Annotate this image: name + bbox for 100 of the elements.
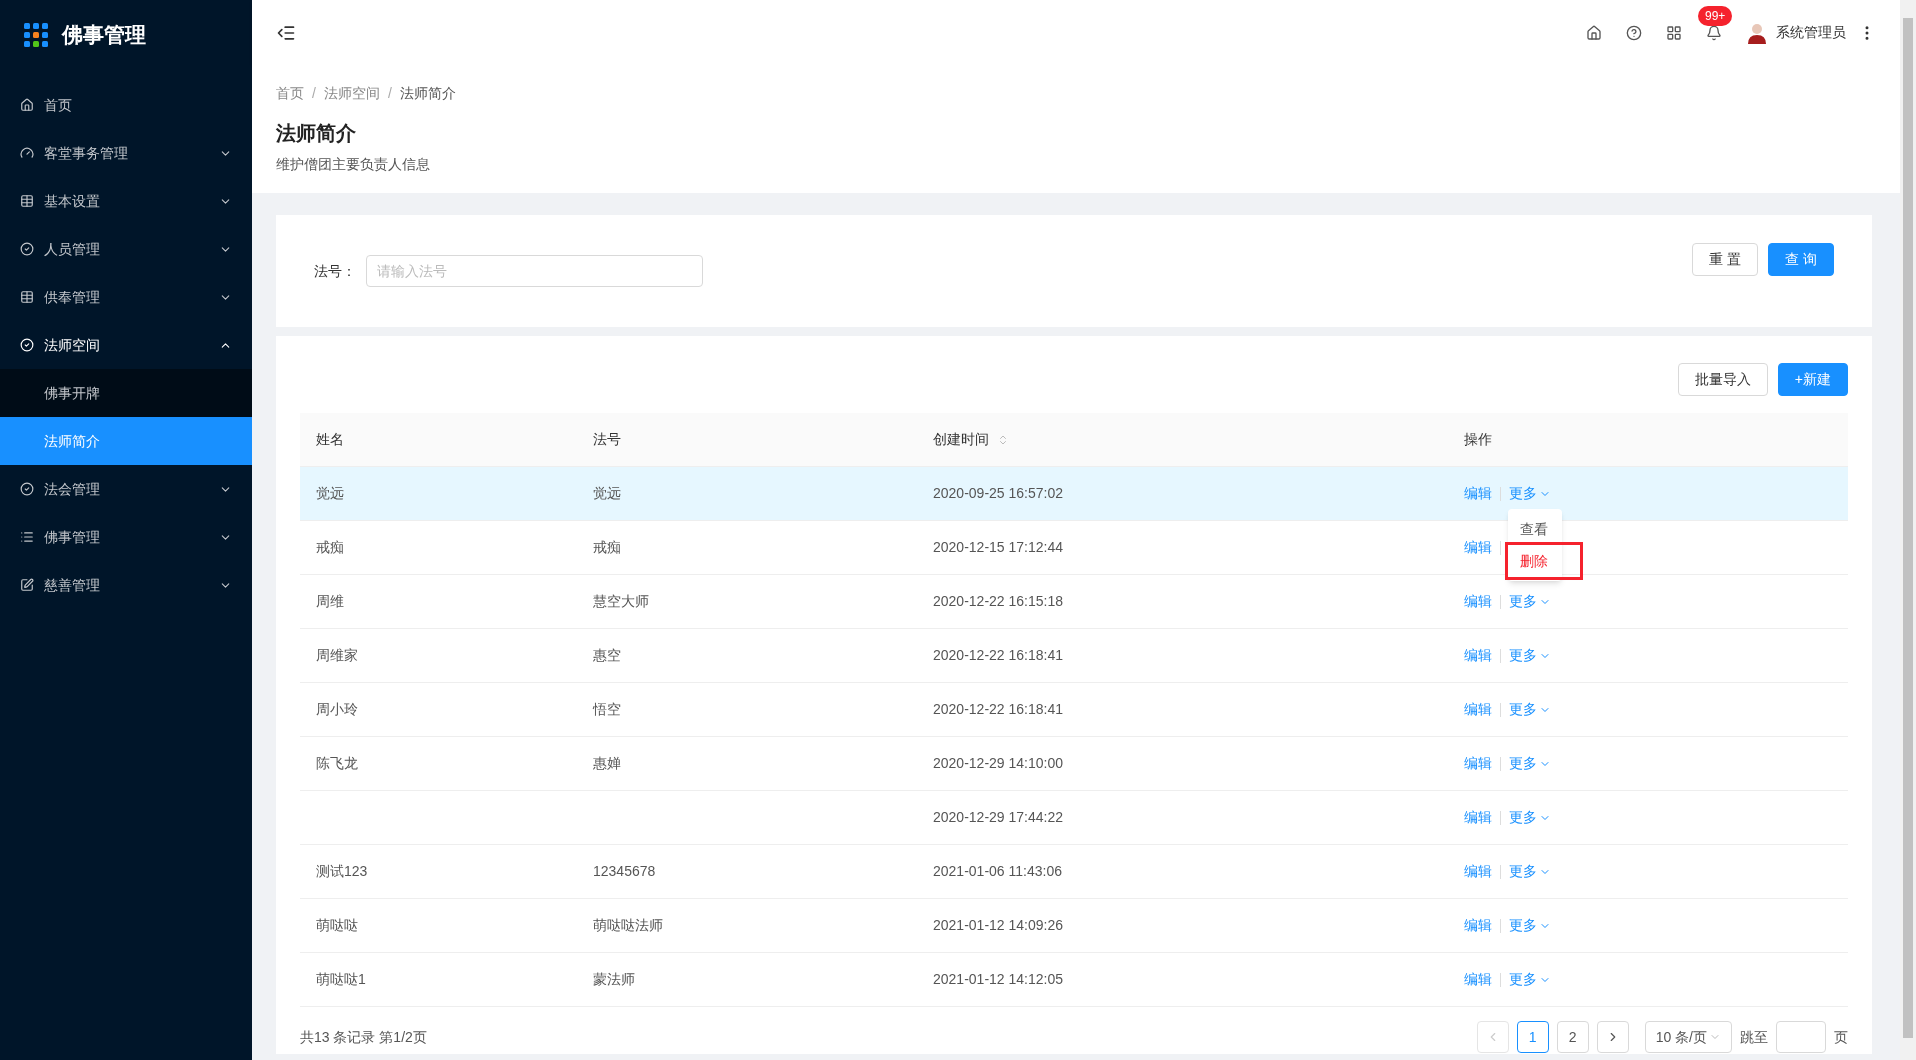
search-field[interactable]: 请输入法号 <box>366 255 703 287</box>
table-cell: 惠空 <box>593 647 621 663</box>
sidebar-item[interactable]: 慈善管理 <box>0 561 252 609</box>
jump-label: 跳至 <box>1740 1027 1768 1047</box>
help-icon[interactable] <box>1626 24 1642 41</box>
scrollbar[interactable] <box>1900 0 1916 1060</box>
table-cell: 2020-12-22 16:18:41 <box>933 647 1063 663</box>
app-title: 佛事管理 <box>62 22 146 49</box>
user-name[interactable]: 系统管理员 <box>1776 22 1846 43</box>
more-link[interactable]: 更多 <box>1509 591 1551 612</box>
page-size-select[interactable]: 10 条/页 <box>1644 1021 1732 1053</box>
table-cell: 2020-12-15 17:12:44 <box>933 539 1063 555</box>
table-cell: 2020-09-25 16:57:02 <box>933 485 1063 501</box>
table-cell: 慧空大师 <box>593 593 649 609</box>
table-cell: 惠婵 <box>593 755 621 771</box>
primary-button[interactable]: 查 询 <box>1768 242 1834 276</box>
more-link[interactable]: 更多 <box>1509 645 1551 666</box>
sidebar-item[interactable]: 法会管理 <box>0 465 252 513</box>
check-circle-icon <box>20 482 34 496</box>
logo-icon <box>24 23 48 47</box>
more-link[interactable]: 更多 <box>1509 969 1551 990</box>
table-cell: 萌哒哒法师 <box>593 917 663 933</box>
sidebar-item[interactable]: 供奉管理 <box>0 273 252 321</box>
submenu-item[interactable]: 法师简介 <box>0 417 252 465</box>
edit-link[interactable]: 编辑 <box>1464 699 1492 720</box>
edit-link[interactable]: 编辑 <box>1464 969 1492 990</box>
secondary-button[interactable]: 批量导入 <box>1677 363 1768 396</box>
breadcrumb-link[interactable]: 法师空间 <box>323 83 380 104</box>
secondary-button[interactable]: 重 置 <box>1692 242 1759 276</box>
home-icon <box>20 98 34 112</box>
page-suffix: 页 <box>1834 1027 1848 1047</box>
sidebar-item[interactable]: 基本设置 <box>0 177 252 225</box>
more-link[interactable]: 更多 <box>1509 807 1551 828</box>
edit-link[interactable]: 编辑 <box>1464 753 1492 774</box>
avatar-icon <box>1746 21 1768 44</box>
column-header: 姓名 <box>316 430 344 449</box>
submenu-item[interactable]: 佛事开牌 <box>0 369 252 417</box>
more-link[interactable]: 更多 <box>1509 915 1551 936</box>
table-cell: 2020-12-29 17:44:22 <box>933 809 1063 825</box>
table-cell: 戒痴 <box>593 539 621 555</box>
table-cell: 2020-12-29 14:10:00 <box>933 755 1063 771</box>
table-cell: 2021-01-12 14:09:26 <box>933 917 1063 933</box>
breadcrumb-separator: / <box>312 84 316 103</box>
table-cell: 萌哒哒1 <box>316 971 366 987</box>
sidebar-item[interactable]: 人员管理 <box>0 225 252 273</box>
edit-link[interactable]: 编辑 <box>1464 591 1492 612</box>
edit-link[interactable]: 编辑 <box>1464 807 1492 828</box>
table-cell: 2020-12-22 16:18:41 <box>933 701 1063 717</box>
check-circle-icon <box>20 242 34 256</box>
sidebar-item[interactable]: 客堂事务管理 <box>0 129 252 177</box>
table-cell: 觉远 <box>593 485 621 501</box>
menu-item[interactable]: 删除 <box>1508 545 1580 577</box>
more-link[interactable]: 更多 <box>1509 483 1551 504</box>
column-header: 创建时间 <box>933 430 989 449</box>
more-link[interactable]: 更多 <box>1509 699 1551 720</box>
table-cell: 2020-12-22 16:15:18 <box>933 593 1063 609</box>
primary-button[interactable]: +新建 <box>1777 363 1848 396</box>
page-jump-field[interactable] <box>1776 1021 1826 1053</box>
table-cell: 周维家 <box>316 647 358 663</box>
table-cell: 周维 <box>316 593 344 609</box>
page-button[interactable]: 1 <box>1516 1021 1549 1053</box>
edit-link[interactable]: 编辑 <box>1464 483 1492 504</box>
sidebar-item[interactable]: 佛事管理 <box>0 513 252 561</box>
table-cell: 2021-01-06 11:43:06 <box>933 863 1062 879</box>
table-cell: 周小玲 <box>316 701 358 717</box>
menu-item[interactable]: 查看 <box>1508 513 1562 545</box>
gauge-icon <box>20 146 34 160</box>
sidebar-item[interactable]: 首页 <box>0 81 252 129</box>
table-cell: 测试123 <box>316 863 368 879</box>
table-icon <box>20 290 34 304</box>
home-icon[interactable] <box>1586 24 1602 41</box>
table-cell: 2021-01-12 14:12:05 <box>933 971 1063 987</box>
notification-badge: 99+ <box>1698 5 1733 26</box>
table-cell: 觉远 <box>316 485 344 501</box>
grid-icon[interactable] <box>1666 24 1682 41</box>
check-circle-icon <box>20 338 34 352</box>
table-cell: 蒙法师 <box>593 971 635 987</box>
list-icon <box>20 530 34 544</box>
table-cell: 12345678 <box>593 863 656 879</box>
edit-icon <box>20 578 34 592</box>
edit-link[interactable]: 编辑 <box>1464 645 1492 666</box>
table-cell: 陈飞龙 <box>316 755 358 771</box>
table-cell: 萌哒哒 <box>316 917 358 933</box>
bell-icon[interactable] <box>1706 24 1722 41</box>
table-cell: 悟空 <box>593 701 621 717</box>
table-icon <box>20 194 34 208</box>
edit-link[interactable]: 编辑 <box>1464 915 1492 936</box>
breadcrumb-link[interactable]: 首页 <box>276 83 304 104</box>
page-button[interactable]: 2 <box>1556 1021 1589 1053</box>
more-link[interactable]: 更多 <box>1509 753 1551 774</box>
pagination-summary: 共13 条记录 第1/2页 <box>300 1027 428 1047</box>
edit-link[interactable]: 编辑 <box>1464 861 1492 882</box>
sidebar-item[interactable]: 法师空间 <box>0 321 252 369</box>
field-label: 法号： <box>314 261 356 281</box>
column-header: 操作 <box>1464 430 1492 449</box>
edit-link[interactable]: 编辑 <box>1464 537 1492 558</box>
page-title: 法师简介 <box>276 121 357 146</box>
table-cell: 戒痴 <box>316 539 344 555</box>
more-link[interactable]: 更多 <box>1509 861 1551 882</box>
breadcrumb-separator: / <box>387 84 392 103</box>
